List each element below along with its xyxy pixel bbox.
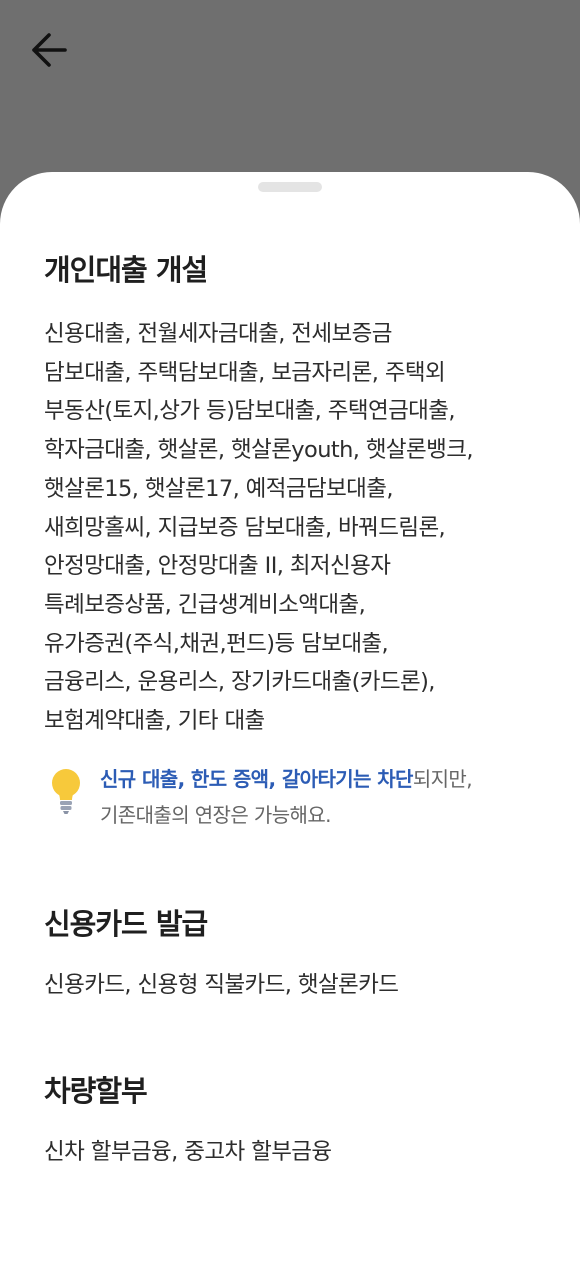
personal-loan-section: 개인대출 개설 신용대출, 전월세자금대출, 전세보증금 담보대출, 주택담보대… xyxy=(44,250,544,833)
sheet-drag-handle[interactable] xyxy=(258,182,322,192)
credit-card-body: 신용카드, 신용형 직불카드, 햇살론카드 xyxy=(44,971,399,998)
loan-list-line: 학자금대출, 햇살론, 햇살론youth, 햇살론뱅크, xyxy=(44,437,473,464)
loan-tip: 신규 대출, 한도 증액, 갈아타기는 차단되지만, 기존대출의 연장은 가능해… xyxy=(44,761,544,833)
tip-rest: 되지만, xyxy=(412,766,473,791)
loan-list-line: 특례보증상품, 긴급생계비소액대출, xyxy=(44,591,366,618)
loan-list-line: 햇살론15, 햇살론17, 예적금담보대출, xyxy=(44,475,394,502)
credit-card-section: 신용카드 발급 신용카드, 신용형 직불카드, 햇살론카드 xyxy=(44,904,544,1005)
loan-list-line: 금융리스, 운용리스, 장기카드대출(카드론), xyxy=(44,669,435,696)
tip-highlight: 신규 대출, 한도 증액, 갈아타기는 차단 xyxy=(100,766,413,791)
back-button[interactable] xyxy=(22,28,76,72)
arrow-left-icon xyxy=(32,33,67,67)
personal-loan-list: 신용대출, 전월세자금대출, 전세보증금 담보대출, 주택담보대출, 보금자리론… xyxy=(44,315,544,741)
loan-list-line: 담보대출, 주택담보대출, 보금자리론, 주택외 xyxy=(44,359,446,386)
dimmed-overlay xyxy=(0,0,580,180)
loan-list-line: 유가증권(주식,채권,펀드)등 담보대출, xyxy=(44,630,389,657)
loan-list-line: 보험계약대출, 기타 대출 xyxy=(44,708,265,735)
loan-list-line: 새희망홀씨, 지급보증 담보대출, 바꿔드림론, xyxy=(44,514,446,541)
car-installment-section: 차량할부 신차 할부금융, 중고차 할부금융 xyxy=(44,1071,544,1172)
bottom-sheet: 개인대출 개설 신용대출, 전월세자금대출, 전세보증금 담보대출, 주택담보대… xyxy=(0,172,580,1280)
credit-card-title: 신용카드 발급 xyxy=(44,906,208,941)
loan-list-line: 신용대출, 전월세자금대출, 전세보증금 xyxy=(44,321,392,347)
lightbulb-icon xyxy=(52,768,80,814)
car-installment-body: 신차 할부금융, 중고차 할부금융 xyxy=(44,1139,332,1166)
loan-list-line: 부동산(토지,상가 등)담보대출, 주택연금대출, xyxy=(44,398,456,425)
sheet-content: 개인대출 개설 신용대출, 전월세자금대출, 전세보증금 담보대출, 주택담보대… xyxy=(44,250,544,1172)
tip-line-2: 기존대출의 연장은 가능해요. xyxy=(100,802,331,827)
loan-list-line: 안정망대출, 안정망대출 II, 최저신용자 xyxy=(44,553,391,580)
tip-line-1: 신규 대출, 한도 증액, 갈아타기는 차단되지만, xyxy=(100,761,544,797)
personal-loan-title: 개인대출 개설 xyxy=(44,253,208,287)
car-installment-title: 차량할부 xyxy=(44,1074,148,1109)
